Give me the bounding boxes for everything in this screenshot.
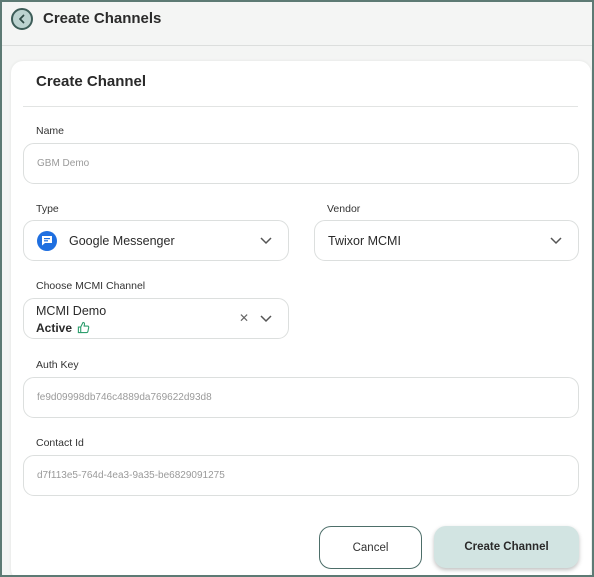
- card-title: Create Channel: [36, 73, 147, 90]
- contact-id-label: Contact Id: [36, 437, 84, 449]
- mcmi-channel-value: MCMI Demo: [36, 304, 107, 318]
- page-title: Create Channels: [43, 10, 162, 27]
- type-select[interactable]: Google Messenger: [23, 220, 289, 261]
- name-field[interactable]: GBM Demo: [23, 143, 579, 184]
- vendor-value: Twixor MCMI: [328, 233, 401, 248]
- back-button[interactable]: [11, 8, 33, 30]
- auth-key-value: fe9d09998db746c4889da769622d93d8: [37, 392, 212, 403]
- create-channel-button[interactable]: Create Channel: [434, 526, 579, 568]
- auth-key-field[interactable]: fe9d09998db746c4889da769622d93d8: [23, 377, 579, 418]
- create-channel-card: Create Channel Name GBM Demo Type Google…: [11, 61, 591, 577]
- chevron-down-icon: [260, 237, 272, 245]
- clear-selection-icon[interactable]: ✕: [239, 311, 249, 325]
- cancel-button[interactable]: Cancel: [319, 526, 422, 569]
- card-divider: [23, 106, 578, 107]
- auth-key-label: Auth Key: [36, 359, 79, 371]
- contact-id-value: d7f113e5-764d-4ea3-9a35-be6829091275: [37, 470, 225, 481]
- mcmi-channel-label: Choose MCMI Channel: [36, 280, 146, 292]
- type-value: Google Messenger: [69, 233, 175, 248]
- contact-id-field[interactable]: d7f113e5-764d-4ea3-9a35-be6829091275: [23, 455, 579, 496]
- mcmi-channel-select[interactable]: MCMI Demo Active ✕: [23, 298, 289, 339]
- name-value: GBM Demo: [37, 158, 90, 169]
- google-messages-icon: [37, 230, 57, 251]
- thumbs-up-icon: [77, 321, 90, 334]
- back-arrow-icon: [19, 14, 25, 24]
- name-label: Name: [36, 125, 65, 137]
- mcmi-status-text: Active: [36, 321, 73, 335]
- chevron-down-icon: [260, 315, 272, 323]
- vendor-select[interactable]: Twixor MCMI: [314, 220, 579, 261]
- type-label: Type: [36, 203, 59, 215]
- header-bar: Create Channels: [2, 2, 592, 46]
- chevron-down-icon: [550, 237, 562, 245]
- vendor-label: Vendor: [327, 203, 361, 215]
